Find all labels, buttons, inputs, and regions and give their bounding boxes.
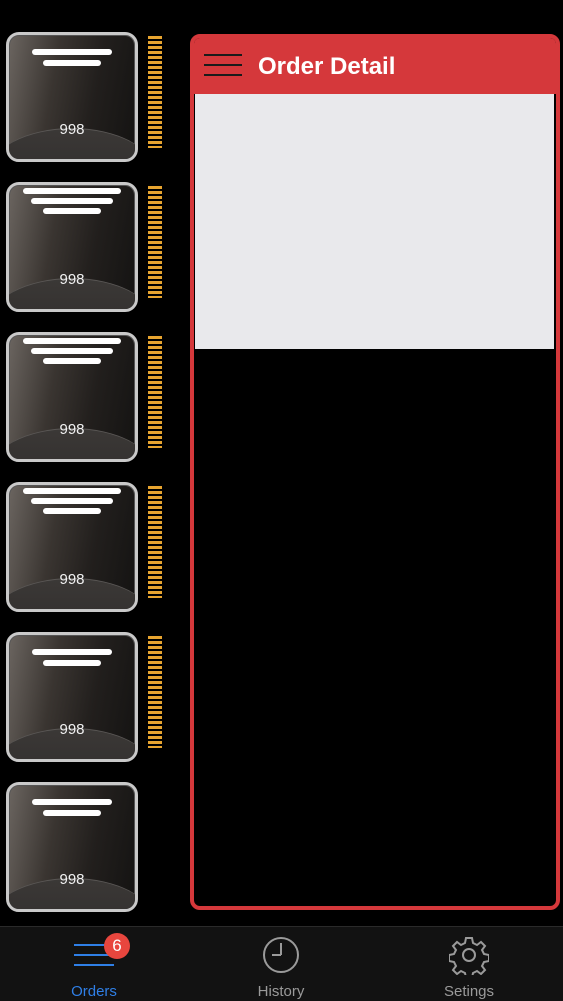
ticket-line [32,49,112,55]
tab-history[interactable]: History [187,927,375,1001]
ticket-line [23,338,121,344]
order-ticket-2[interactable]: 998 [6,182,138,312]
order-detail-panel: Order Detail [190,34,560,910]
order-ticket-1[interactable]: 998 [6,32,138,162]
order-detail-header: Order Detail [194,38,556,94]
ticket-line [43,810,101,816]
ticket-timer-gauge [148,186,162,298]
tab-orders-label: Orders [71,983,117,1000]
ticket-count: 998 [59,121,85,138]
ticket-timer-gauge [148,486,162,598]
order-ticket-6[interactable]: 998 [6,782,138,912]
order-ticket-3[interactable]: 998 [6,332,138,462]
tab-orders[interactable]: 6 Orders [0,927,188,1001]
page-title: Order Detail [258,53,396,80]
ticket-timer-gauge [148,336,162,448]
ticket-line [43,508,101,514]
ticket-line [43,358,101,364]
orders-count-badge: 6 [104,933,130,959]
ticket-count: 998 [59,571,85,588]
ticket-timer-gauge [148,36,162,148]
ticket-line [31,348,113,354]
ticket-line [32,799,112,805]
tab-settings[interactable]: Setings [375,927,563,1001]
hamburger-menu-icon[interactable] [204,52,242,78]
ticket-count: 998 [59,721,85,738]
ticket-line [32,649,112,655]
ticket-line [43,60,101,66]
ticket-line [43,208,101,214]
tab-bar: 6 Orders History Setings [0,926,563,1001]
ticket-count: 998 [59,421,85,438]
order-ticket-5[interactable]: 998 [6,632,138,762]
tab-history-label: History [257,983,305,1000]
order-detail-content [195,94,554,349]
ticket-count: 998 [59,271,85,288]
order-ticket-4[interactable]: 998 [6,482,138,612]
ticket-line [31,498,113,504]
ticket-count: 998 [59,871,85,888]
ticket-line [23,188,121,194]
ticket-line [31,198,113,204]
gear-icon [449,937,489,975]
ticket-line [43,660,101,666]
ticket-timer-gauge [148,636,162,748]
clock-icon [263,937,299,973]
ticket-line [23,488,121,494]
tab-settings-label: Setings [443,983,495,1000]
